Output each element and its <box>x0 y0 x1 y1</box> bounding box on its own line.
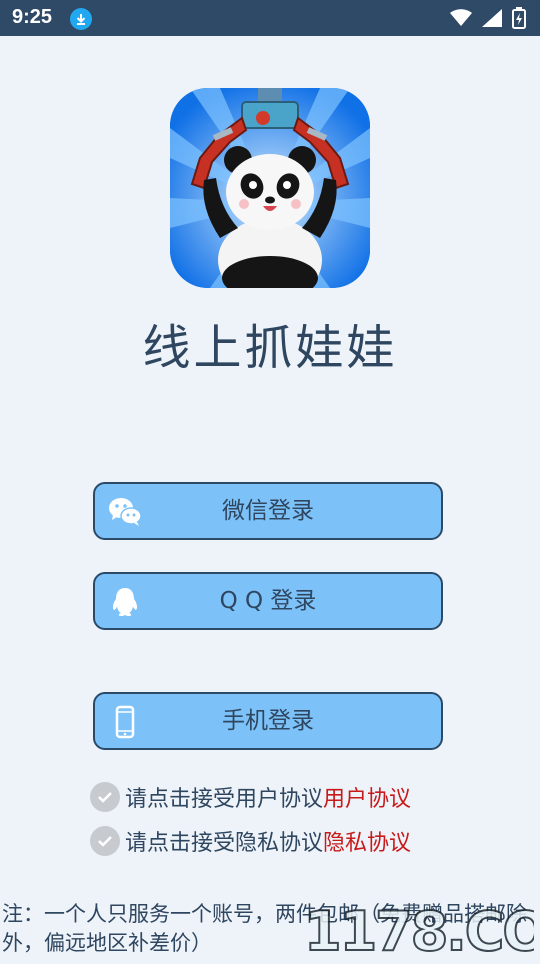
download-icon <box>70 8 92 30</box>
user-agreement-checkbox[interactable] <box>90 782 120 812</box>
check-icon <box>98 836 112 847</box>
battery-charging-icon <box>512 7 526 29</box>
app-logo <box>170 88 370 288</box>
user-agreement-row: 请点击接受用户协议 用户协议 <box>90 780 411 814</box>
privacy-agreement-text[interactable]: 请点击接受隐私协议 <box>125 825 323 857</box>
user-agreement-link[interactable]: 用户协议 <box>323 781 411 813</box>
phone-login-label: 手机登录 <box>222 708 314 734</box>
qq-login-button[interactable]: Q Q 登录 <box>93 572 443 630</box>
wechat-login-label: 微信登录 <box>222 498 314 524</box>
status-time: 9:25 <box>12 6 53 28</box>
phone-login-button[interactable]: 手机登录 <box>93 692 443 750</box>
watermark-text: 1178.COM <box>304 900 534 960</box>
signal-icon <box>482 9 502 27</box>
status-icons <box>450 7 526 29</box>
site-watermark: 1178.COM <box>303 898 540 964</box>
qq-login-label: Q Q 登录 <box>219 588 317 614</box>
user-agreement-text[interactable]: 请点击接受用户协议 <box>125 781 323 813</box>
privacy-agreement-row: 请点击接受隐私协议 隐私协议 <box>90 824 411 858</box>
check-icon <box>98 792 112 803</box>
privacy-agreement-checkbox[interactable] <box>90 826 120 856</box>
status-bar: 9:25 <box>0 0 540 36</box>
privacy-agreement-link[interactable]: 隐私协议 <box>323 825 411 857</box>
app-title: 线上抓娃娃 <box>142 320 398 376</box>
wifi-icon <box>450 9 472 26</box>
wechat-login-button[interactable]: 微信登录 <box>93 482 443 540</box>
